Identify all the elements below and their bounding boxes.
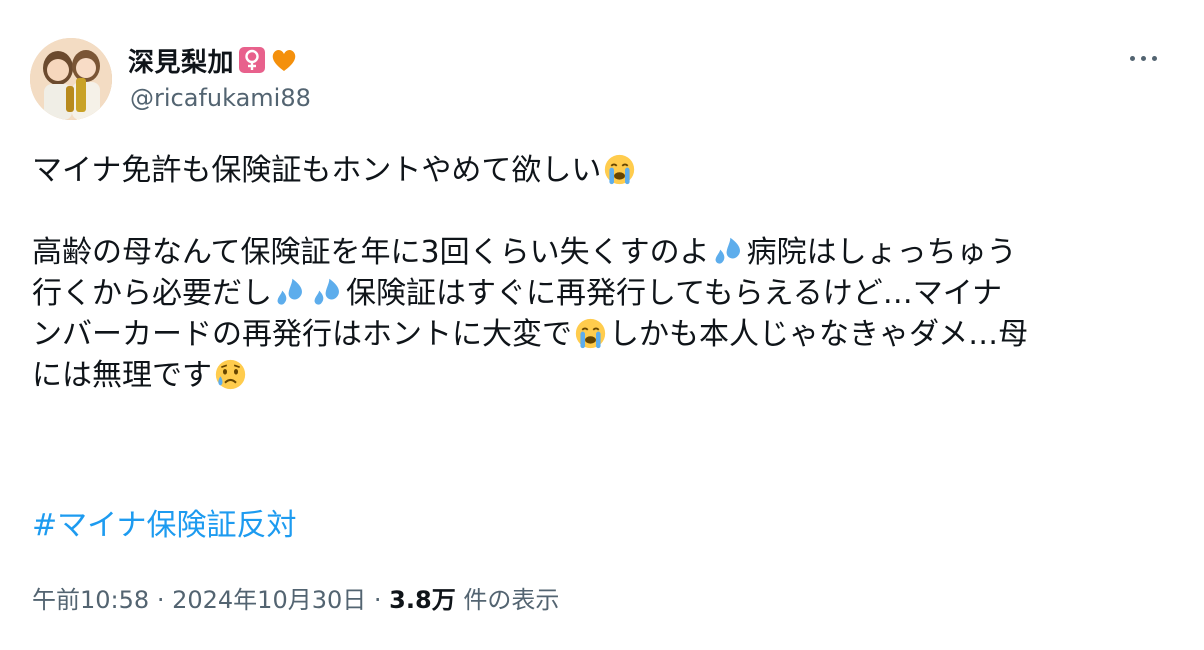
tweet-text-segment: 行くから必要だし xyxy=(32,276,272,311)
tweet-paragraph-2-line-2: 行くから必要だし 保険証はすぐに再発行してもらえるけど…マイナ xyxy=(32,273,1162,314)
female-sign-icon xyxy=(239,47,266,73)
sad-but-relieved-face-icon xyxy=(215,359,246,390)
author-handle[interactable]: @ricafukami88 xyxy=(130,84,311,112)
tweet-text-segment: 病院はしょっちゅう xyxy=(746,235,1017,270)
sweat-droplets-icon xyxy=(277,278,302,305)
avatar[interactable] xyxy=(30,38,112,120)
tweet-text-segment: には無理です xyxy=(32,358,212,393)
tweet-date[interactable]: 2024年10月30日 xyxy=(172,586,366,614)
tweet-text-segment: 高齢の母なんて保険証を年に3回くらい失くすのよ xyxy=(32,235,710,270)
tweet-paragraph-1: マイナ免許も保険証もホントやめて欲しい xyxy=(32,150,1162,191)
meta-separator: · xyxy=(373,586,382,614)
tweet-meta: 午前10:58 · 2024年10月30日 · 3.8万 件の表示 xyxy=(32,580,559,615)
tweet-text-segment: ンバーカードの再発行はホントに大変で xyxy=(32,317,572,352)
tweet-paragraph-2-line-4: には無理です xyxy=(32,355,1162,396)
loudly-crying-face-icon xyxy=(575,318,606,349)
author-name-row[interactable]: 深見梨加 xyxy=(128,42,298,78)
tweet-card: 深見梨加 @ricafukami88 マイナ免許も保険証もホントやめて欲しい 高… xyxy=(0,0,1204,650)
sweat-droplets-icon xyxy=(314,278,339,305)
tweet-paragraph-2-line-3: ンバーカードの再発行はホントに大変で しかも本人じゃなきゃダメ…母 xyxy=(32,314,1162,355)
tweet-paragraph-2-line-1: 高齢の母なんて保険証を年に3回くらい失くすのよ 病院はしょっちゅう xyxy=(32,232,1162,273)
hashtag-link[interactable]: #マイナ保険証反対 xyxy=(32,500,297,544)
tweet-text-segment: しかも本人じゃなきゃダメ…母 xyxy=(609,317,1029,352)
tweet-text-segment: 保険証はすぐに再発行してもらえるけど…マイナ xyxy=(346,276,1003,311)
more-options-icon[interactable] xyxy=(1126,44,1162,72)
tweet-text-segment: マイナ免許も保険証もホントやめて欲しい xyxy=(32,153,602,188)
views-label[interactable]: 件の表示 xyxy=(463,586,559,614)
meta-separator: · xyxy=(156,586,165,614)
avatar-image xyxy=(30,38,112,120)
display-name[interactable]: 深見梨加 xyxy=(128,42,234,79)
tweet-time[interactable]: 午前10:58 xyxy=(32,586,149,614)
tweet-text: マイナ免許も保険証もホントやめて欲しい 高齢の母なんて保険証を年に3回くらい失く… xyxy=(32,150,1162,396)
views-count[interactable]: 3.8万 xyxy=(389,586,456,614)
sweat-droplets-icon xyxy=(715,237,740,264)
loudly-crying-face-icon xyxy=(605,154,635,185)
orange-heart-icon xyxy=(272,49,296,71)
